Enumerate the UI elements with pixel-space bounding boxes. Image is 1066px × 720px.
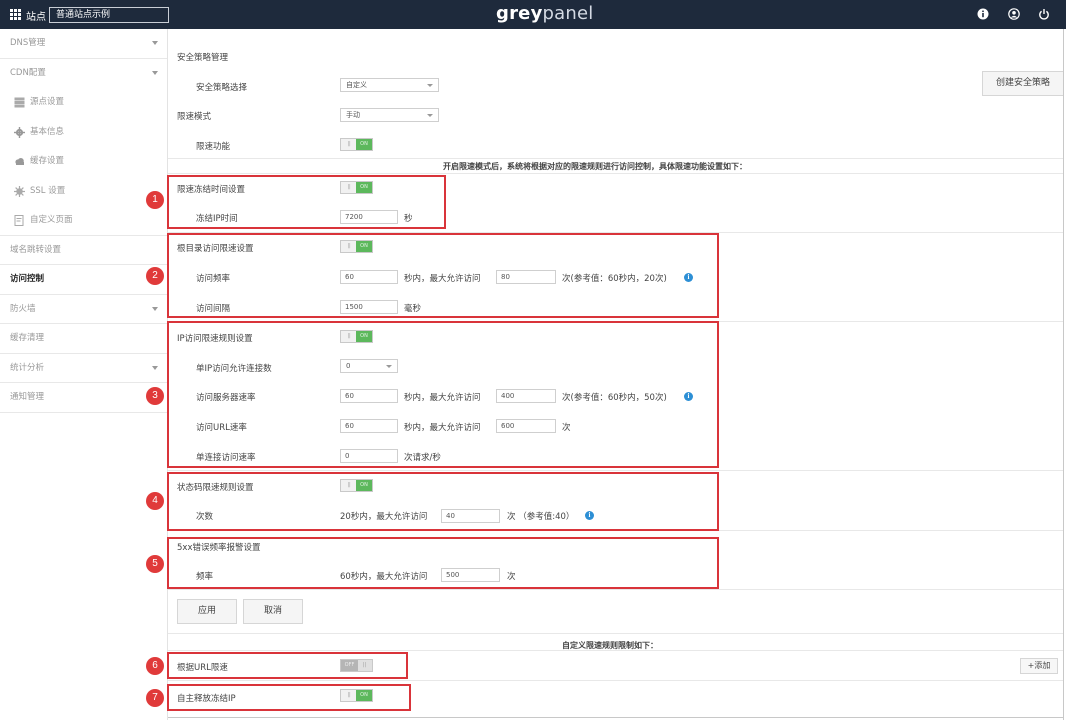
sidebar-item-cache[interactable]: 缓存设置 (0, 147, 167, 177)
highlight-box-4 (167, 472, 719, 531)
policy-select-label: 安全策略选择 (196, 83, 248, 93)
divider (168, 633, 1063, 634)
rate-mode-label: 限速模式 (177, 112, 212, 122)
sidebar-item-basic[interactable]: 基本信息 (0, 118, 167, 148)
sidebar-item-redirect[interactable]: 域名跳转设置 (0, 236, 167, 265)
rate-mode-select[interactable]: 手动 (340, 108, 439, 122)
divider (168, 158, 1063, 159)
apply-button[interactable]: 应用 (177, 599, 237, 624)
highlight-box-7 (167, 684, 411, 711)
step-badge-1: 1 (146, 191, 164, 209)
divider (168, 680, 1063, 681)
cancel-button[interactable]: 取消 (243, 599, 303, 624)
step-badge-4: 4 (146, 492, 164, 510)
step-badge-2: 2 (146, 267, 164, 285)
highlight-box-3 (167, 321, 719, 468)
rate-func-label: 限速功能 (196, 142, 231, 152)
sidebar-item-custom-page[interactable]: 自定义页面 (0, 206, 167, 236)
user-icon[interactable] (1008, 8, 1020, 20)
highlight-box-1 (167, 175, 446, 229)
divider (168, 650, 1063, 651)
policy-select[interactable]: 自定义 (340, 78, 439, 92)
step-badge-5: 5 (146, 555, 164, 573)
chevron-down-icon (152, 41, 158, 45)
highlight-box-6 (167, 652, 408, 679)
rate-func-toggle[interactable]: || ON (340, 138, 373, 151)
dropdown-caret-icon (427, 114, 433, 117)
page-icon (14, 215, 24, 226)
top-bar: 站点 普通站点示例 greypanel (0, 0, 1066, 29)
sidebar: DNS管理 CDN配置 源点设置 基本信息 缓存设置 SSL 设置 自定义页面 … (0, 29, 168, 720)
divider (168, 589, 1063, 590)
frame-border (168, 717, 1064, 718)
frame-border (1063, 29, 1064, 720)
info-icon[interactable] (977, 8, 989, 20)
sidebar-item-access-control[interactable]: 访问控制 (0, 265, 167, 295)
server-icon (14, 97, 25, 108)
chevron-down-icon (152, 365, 158, 370)
add-rule-button[interactable]: +添加 (1020, 658, 1058, 674)
apps-grid-icon[interactable] (10, 9, 21, 20)
cloud-icon (15, 158, 24, 165)
chevron-down-icon (152, 70, 158, 75)
step-badge-3: 3 (146, 387, 164, 405)
sidebar-item-dns[interactable]: DNS管理 (0, 29, 167, 59)
highlight-box-2 (167, 233, 719, 318)
gear-icon (14, 126, 25, 138)
highlight-box-5 (167, 537, 719, 589)
divider (168, 470, 1063, 471)
sidebar-item-cache-purge[interactable]: 缓存清理 (0, 324, 167, 354)
sidebar-item-cdn[interactable]: CDN配置 (0, 59, 167, 89)
dropdown-caret-icon (427, 84, 433, 87)
power-icon[interactable] (1038, 8, 1050, 20)
create-policy-button[interactable]: 创建安全策略 (982, 71, 1063, 96)
step-badge-6: 6 (146, 657, 164, 675)
divider (168, 173, 1063, 174)
ssl-gear-icon (14, 185, 25, 197)
rate-notice: 开启限速模式后，系统将根据对应的限速规则进行访问控制，具体限速功能设置如下： (443, 162, 747, 171)
site-label: 站点 (26, 12, 46, 23)
sidebar-item-firewall[interactable]: 防火墙 (0, 295, 167, 324)
site-select[interactable]: 普通站点示例 (49, 7, 169, 23)
logo: greypanel (496, 3, 594, 24)
chevron-down-icon (152, 306, 158, 311)
section-title: 安全策略管理 (177, 53, 229, 63)
sidebar-item-ssl[interactable]: SSL 设置 (0, 177, 167, 207)
step-badge-7: 7 (146, 689, 164, 707)
sidebar-item-stats[interactable]: 统计分析 (0, 354, 167, 383)
sidebar-item-origin[interactable]: 源点设置 (0, 88, 167, 118)
sidebar-item-notify[interactable]: 通知管理 (0, 383, 167, 413)
